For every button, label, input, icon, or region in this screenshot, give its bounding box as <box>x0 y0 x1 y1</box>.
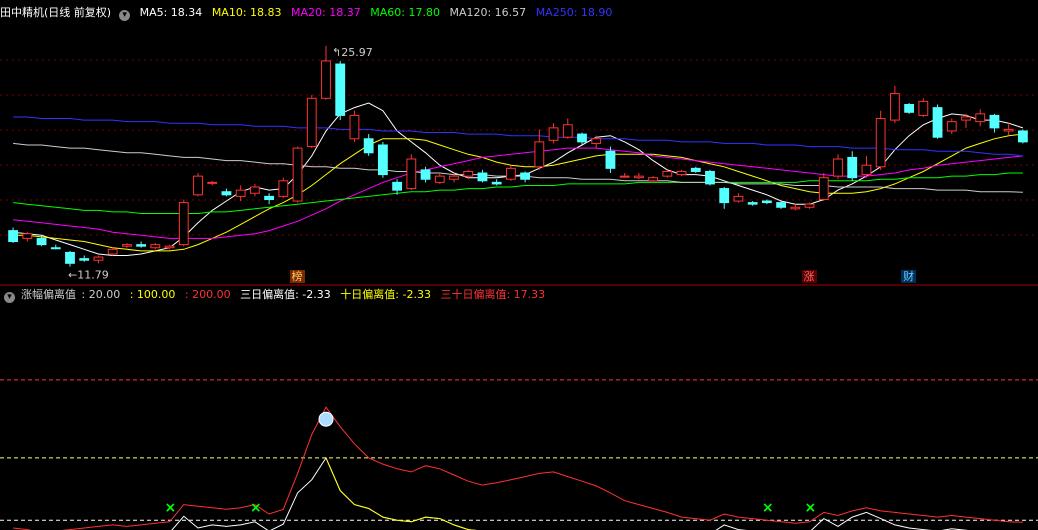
candle-body <box>8 230 19 243</box>
candle-body <box>1017 130 1028 143</box>
candle-body <box>534 141 545 168</box>
event-marker[interactable]: 榜 <box>289 270 305 283</box>
deviation-line-10day <box>325 457 477 530</box>
candle-body <box>505 167 516 180</box>
candle-body <box>790 206 801 210</box>
candle-body <box>776 202 787 208</box>
high-price-label: ↰25.97 <box>332 46 373 59</box>
stock-chart[interactable]: ↰25.97 ←11.79 × × × × <box>0 0 1038 530</box>
candle-body <box>292 147 303 202</box>
candle-body <box>235 189 246 197</box>
candle-body <box>335 63 346 116</box>
candle-body <box>676 170 687 176</box>
candle-body <box>136 244 147 247</box>
candle-body <box>961 116 971 121</box>
candle-body <box>705 170 715 185</box>
candle-body <box>406 158 417 190</box>
candle-body <box>36 237 47 246</box>
candle-body <box>619 175 630 178</box>
deviation-line-0 <box>171 456 968 530</box>
candle-body <box>164 245 175 249</box>
candle-body <box>65 251 75 264</box>
candle-body <box>207 181 218 184</box>
candle-body <box>875 118 886 168</box>
candle-body <box>121 244 132 247</box>
x-marker: × <box>762 500 774 516</box>
candle-body <box>733 195 744 202</box>
signal-dot <box>318 411 334 427</box>
candle-body <box>178 202 189 246</box>
candle-body <box>975 113 986 123</box>
candle-body <box>662 170 673 177</box>
candle-body <box>264 195 275 200</box>
candle-body <box>306 97 317 148</box>
x-marker: × <box>165 500 177 516</box>
candle-body <box>50 247 61 250</box>
candle-body <box>520 172 531 180</box>
candle-body <box>932 107 943 138</box>
x-marker: × <box>250 500 262 516</box>
candle-body <box>690 167 701 172</box>
candle-body <box>491 181 502 185</box>
candle-body <box>861 164 872 176</box>
candle-body <box>449 175 459 180</box>
candle-body <box>79 258 90 261</box>
candle-body <box>804 203 815 208</box>
low-price-label: ←11.79 <box>68 269 109 282</box>
candle-body <box>392 181 403 191</box>
candle-body <box>648 177 659 182</box>
ma-line-ma250 <box>13 116 1023 157</box>
candle-body <box>22 233 33 239</box>
candle-body <box>434 175 445 183</box>
candle-body <box>946 121 957 132</box>
candle-body <box>463 170 474 177</box>
ma-line-ma120 <box>13 142 1023 193</box>
candle-body <box>747 202 758 205</box>
candle-body <box>591 138 602 144</box>
candle-body <box>377 144 388 176</box>
ma-line-ma60 <box>13 172 1023 214</box>
candle-body <box>577 133 587 143</box>
candle-body <box>150 244 161 249</box>
ma-line-ma5 <box>13 102 1024 256</box>
candle-body <box>761 200 772 204</box>
ma-line-ma10 <box>13 133 1023 252</box>
candle-body <box>420 169 431 180</box>
candle-body <box>989 114 1000 129</box>
candle-body <box>193 175 203 196</box>
candle-body <box>349 114 360 140</box>
ma-line-ma20 <box>13 147 1023 239</box>
candle-body <box>321 60 331 99</box>
candle-body <box>889 93 900 121</box>
x-marker: × <box>805 500 817 516</box>
candle-body <box>918 100 929 116</box>
candle-body <box>1003 128 1014 132</box>
candle-body <box>605 150 616 169</box>
event-marker[interactable]: 涨 <box>801 270 817 283</box>
candle-body <box>363 138 374 154</box>
candle-body <box>818 177 829 200</box>
candle-body <box>221 191 232 196</box>
candle-body <box>477 172 488 182</box>
candle-body <box>548 127 559 141</box>
candle-body <box>93 256 104 261</box>
candle-body <box>107 248 118 255</box>
candle-body <box>833 158 843 177</box>
candle-body <box>719 188 730 204</box>
candle-body <box>562 124 573 138</box>
candle-body <box>249 186 260 194</box>
event-marker[interactable]: 财 <box>901 270 917 283</box>
candle-body <box>633 175 644 179</box>
candle-body <box>847 156 858 179</box>
candle-body <box>278 180 289 197</box>
candle-body <box>904 104 915 113</box>
